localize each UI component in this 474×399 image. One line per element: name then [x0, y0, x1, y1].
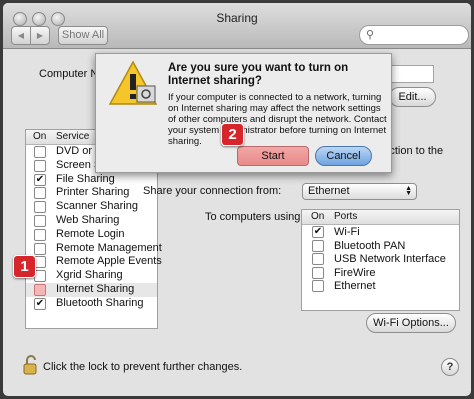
lock-icon[interactable] [23, 355, 39, 378]
service-label: Internet Sharing [56, 283, 135, 295]
dialog-message: If your computer is connected to a netwo… [168, 92, 387, 147]
service-checkbox[interactable] [34, 242, 46, 255]
service-checkbox[interactable] [34, 201, 46, 214]
service-row[interactable]: Xgrid Sharing [26, 269, 157, 283]
chevron-updown-icon: ▲ ▼ [405, 185, 412, 197]
warning-icon [108, 60, 158, 109]
service-label: Web Sharing [56, 214, 120, 226]
confirm-dialog: Are you sure you want to turn on Interne… [95, 53, 392, 173]
ports-header-on: On [311, 211, 325, 222]
to-computers-label: To computers using: [205, 211, 304, 223]
port-label: USB Network Interface [334, 253, 446, 265]
service-row[interactable]: Scanner Sharing [26, 200, 157, 214]
port-label: Ethernet [334, 280, 376, 292]
service-checkbox[interactable] [34, 228, 46, 241]
service-checkbox[interactable] [34, 187, 46, 200]
port-checkbox[interactable] [312, 280, 324, 292]
service-row[interactable]: ✔ Bluetooth Sharing [26, 297, 157, 311]
service-row[interactable]: Remote Apple Events [26, 255, 162, 269]
forward-button[interactable]: ▶ [30, 26, 50, 45]
service-label: Printer Sharing [56, 186, 130, 199]
service-row[interactable]: Remote Login [26, 228, 157, 242]
start-button[interactable]: Start [237, 146, 309, 166]
share-from-value: Ethernet [308, 185, 350, 197]
service-row[interactable]: Web Sharing [26, 214, 157, 228]
service-label: Xgrid Sharing [56, 269, 123, 282]
show-all-button[interactable]: Show All [58, 26, 108, 45]
service-label: Scanner Sharing [56, 200, 138, 213]
service-label: File Sharing [56, 172, 115, 185]
service-checkbox[interactable]: ✔ [34, 173, 46, 186]
dialog-title: Are you sure you want to turn on Interne… [168, 62, 349, 87]
service-row[interactable]: Printer Sharing [26, 186, 157, 200]
service-label: Remote Management [56, 241, 162, 254]
service-label: Remote Apple Events [56, 255, 162, 268]
wifi-options-button[interactable]: Wi-Fi Options... [366, 313, 456, 333]
step-1-badge: 1 [13, 255, 36, 278]
port-label: Wi-Fi [334, 226, 360, 238]
title-bar: Sharing ◀ ▶ Show All ⚲ [3, 3, 471, 49]
service-row[interactable]: Remote Management [26, 242, 162, 256]
service-checkbox[interactable] [34, 159, 46, 172]
sharing-window: Sharing ◀ ▶ Show All ⚲ Computer N Edit..… [3, 3, 471, 396]
edit-button[interactable]: Edit... [389, 87, 436, 107]
search-input[interactable]: ⚲ [359, 25, 469, 45]
help-icon[interactable]: ? [441, 358, 459, 376]
port-checkbox[interactable] [312, 253, 324, 265]
port-checkbox[interactable]: ✔ [312, 226, 324, 238]
services-header-service: Service [56, 131, 90, 142]
service-row[interactable]: Internet Sharing [26, 283, 157, 297]
port-row[interactable]: Ethernet [302, 279, 459, 294]
search-icon: ⚲ [366, 29, 375, 41]
port-checkbox[interactable] [312, 266, 324, 279]
step-2-badge: 2 [221, 123, 244, 146]
share-from-popup[interactable]: Ethernet ▲ ▼ [302, 183, 417, 200]
ports-header-ports: Ports [334, 211, 358, 222]
service-label: Remote Login [56, 227, 125, 240]
cancel-button[interactable]: Cancel [315, 146, 372, 166]
service-checkbox[interactable] [34, 146, 46, 158]
services-header-on: On [33, 131, 47, 142]
port-checkbox[interactable] [312, 239, 324, 252]
share-from-label: Share your connection from: [143, 185, 282, 197]
port-label: FireWire [334, 266, 376, 279]
ports-list: On Ports ✔ Wi-Fi Bluetooth PAN USB Network … [301, 209, 460, 311]
port-label: Bluetooth PAN [334, 239, 406, 252]
lock-message: Click the lock to prevent further change… [43, 361, 243, 373]
service-checkbox[interactable] [34, 284, 46, 296]
service-row[interactable]: ✔ File Sharing [26, 173, 157, 187]
service-checkbox[interactable] [34, 215, 46, 227]
service-checkbox[interactable]: ✔ [34, 297, 46, 310]
service-label: Bluetooth Sharing [56, 296, 144, 309]
ports-header: On Ports [302, 210, 459, 225]
computer-name-label: Computer N [39, 68, 99, 80]
window-title: Sharing [216, 11, 258, 25]
back-button[interactable]: ◀ [11, 26, 31, 45]
